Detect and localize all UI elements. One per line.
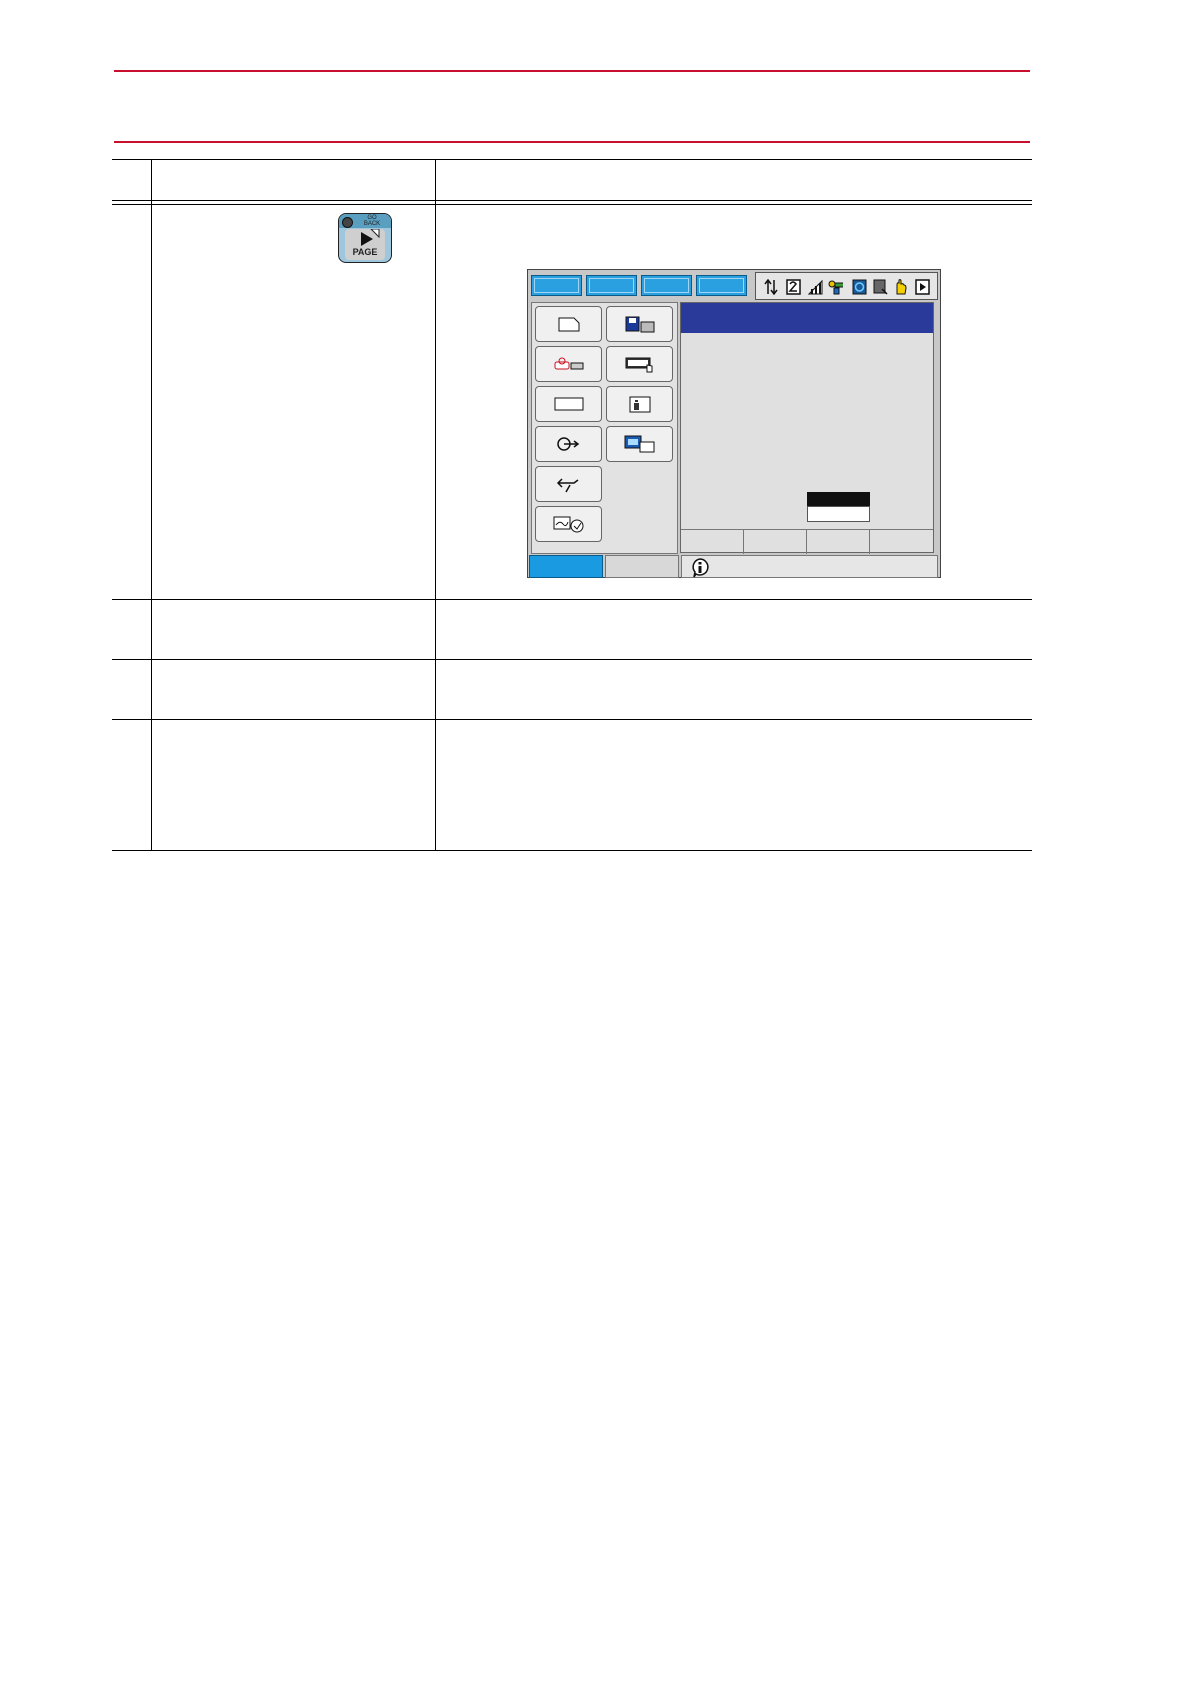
arc-icon	[556, 437, 579, 451]
function-key-4[interactable]	[870, 530, 934, 554]
monitor-icon	[553, 516, 583, 533]
tab-1[interactable]	[531, 275, 582, 296]
table-row-rule	[112, 599, 1032, 600]
bottom-bar	[528, 554, 940, 578]
save-disk-icon	[625, 316, 654, 333]
hand-icon	[896, 279, 907, 295]
main-menu-button[interactable]	[529, 555, 603, 578]
keyboard-icon	[625, 357, 652, 373]
table-row-rule	[112, 659, 1032, 660]
function-key-1[interactable]	[681, 530, 744, 554]
menu-button-system-info[interactable]	[606, 346, 673, 382]
menu-button-arc[interactable]	[535, 426, 602, 462]
status-icon-bar	[755, 272, 938, 300]
servo-icon	[852, 279, 867, 295]
menu-button-robot[interactable]	[535, 346, 602, 382]
page-key-top-label: GO BACK	[363, 215, 381, 227]
page-key-icon: GO BACK PAGE	[338, 213, 392, 263]
robot-arm-icon	[554, 357, 583, 370]
info-icon	[629, 396, 650, 413]
selected-row[interactable]	[807, 492, 870, 506]
display-icon	[624, 435, 654, 453]
signal-icon	[808, 279, 823, 295]
play-icon	[915, 279, 930, 295]
tab-2[interactable]	[586, 275, 637, 296]
message-area	[681, 555, 938, 578]
number-icon	[786, 279, 801, 295]
table-header-rule-2	[112, 204, 1032, 205]
main-window	[680, 302, 934, 554]
input-row[interactable]	[807, 506, 870, 522]
function-key-2[interactable]	[744, 530, 807, 554]
page-key-label: PAGE	[352, 247, 378, 257]
table-column-divider	[435, 159, 436, 850]
table-bottom-rule	[112, 850, 1032, 851]
menu-button-monitor[interactable]	[535, 506, 602, 542]
menu-button-file[interactable]	[606, 306, 673, 342]
table-column-divider	[151, 159, 152, 850]
main-menu-panel	[531, 302, 678, 554]
table-header-rule-1	[112, 200, 1032, 201]
new-job-icon	[558, 317, 579, 332]
led-icon	[342, 217, 353, 228]
document-icon	[873, 279, 888, 295]
header-rule-bottom	[114, 141, 1030, 143]
table-row-rule	[112, 719, 1032, 720]
function-key-3[interactable]	[807, 530, 870, 554]
menu-button-job[interactable]	[535, 306, 602, 342]
menu-button-tool[interactable]	[535, 466, 602, 502]
table-top-rule	[112, 159, 1032, 160]
simple-menu-button[interactable]	[605, 555, 679, 578]
menu-button-info[interactable]	[606, 386, 673, 422]
tab-4[interactable]	[696, 275, 747, 296]
tab-3[interactable]	[641, 275, 692, 296]
menu-button-blank[interactable]	[535, 386, 602, 422]
pendant-screenshot	[527, 269, 941, 578]
info-bubble-icon	[692, 558, 709, 578]
blank-icon	[554, 397, 583, 411]
function-bar	[681, 529, 933, 554]
play-triangle-icon	[361, 229, 380, 246]
arrows-icon	[764, 279, 778, 295]
window-title-bar	[681, 303, 933, 333]
tool-icon	[556, 478, 578, 493]
header-rule-top	[114, 70, 1030, 72]
robot-icon	[828, 280, 843, 295]
menu-button-display[interactable]	[606, 426, 673, 462]
